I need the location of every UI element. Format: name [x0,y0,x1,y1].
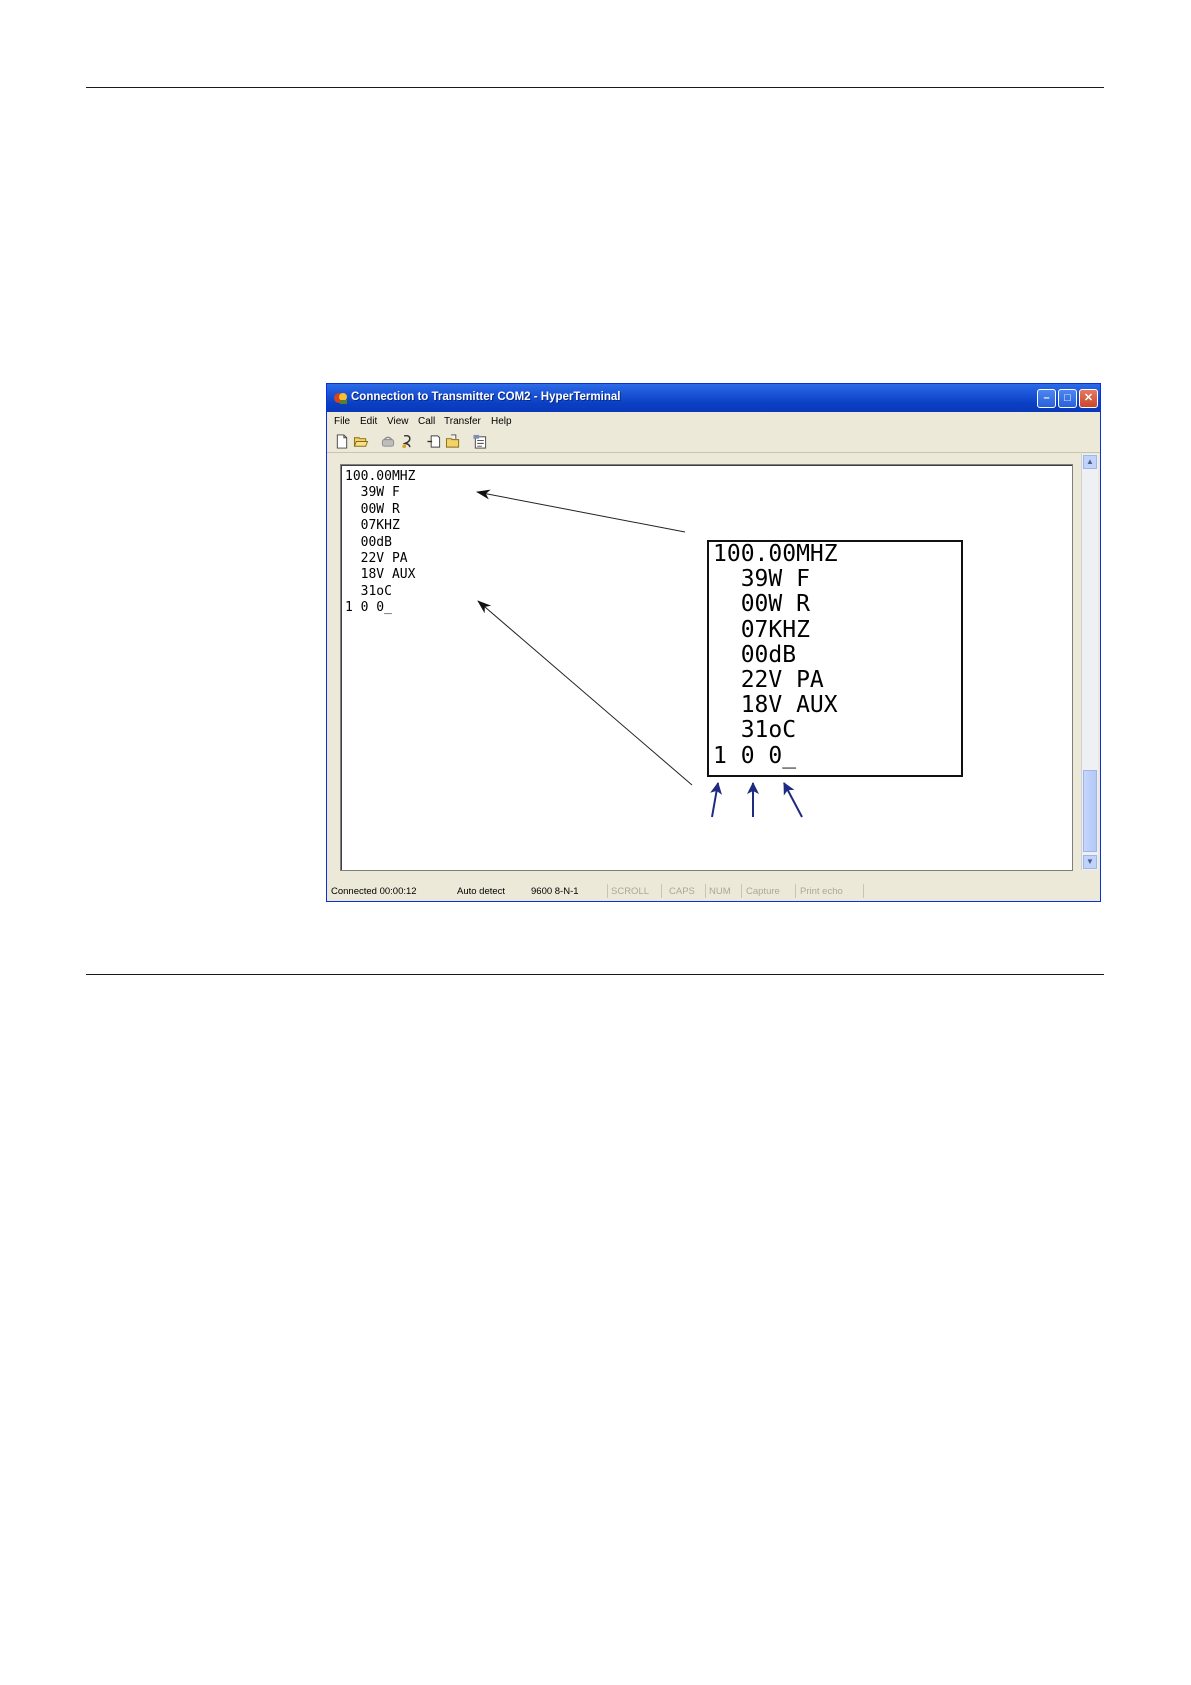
annotation-arrows [476,489,803,818]
bottom-rule [86,974,1104,975]
arrow-to-top-line [476,489,686,533]
blue-arrow-1 [710,782,722,818]
arrow-to-bottom-line [477,600,693,786]
blue-arrow-3 [783,782,803,818]
